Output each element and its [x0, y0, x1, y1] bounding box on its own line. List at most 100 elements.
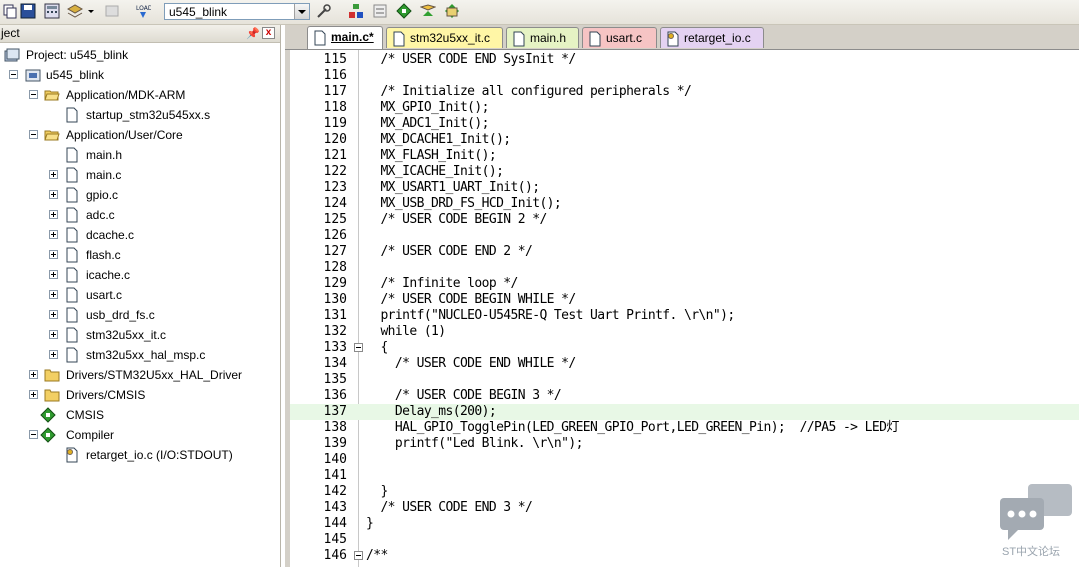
line-number: 118: [323, 100, 347, 115]
tree-item-file[interactable]: stm32u5xx_hal_msp.c: [0, 346, 280, 364]
window-icon[interactable]: [372, 3, 388, 19]
expand-icon[interactable]: [29, 370, 38, 379]
fold-toggle-icon[interactable]: [354, 343, 363, 352]
run-icon[interactable]: [444, 3, 460, 19]
tree-item-file[interactable]: retarget_io.c (I/O:STDOUT): [0, 446, 280, 464]
code-line: 121 MX_FLASH_Init();: [290, 148, 1079, 164]
expand-icon[interactable]: [49, 310, 58, 319]
tree-item-label: flash.c: [86, 248, 121, 262]
code-text: /* USER CODE END 2 */: [366, 244, 533, 259]
line-number: 143: [323, 500, 347, 515]
tree-item-file[interactable]: gpio.c: [0, 186, 280, 204]
line-number: 129: [323, 276, 347, 291]
save-all-icon[interactable]: [20, 3, 36, 19]
tab-main-c[interactable]: main.c*: [307, 26, 383, 49]
stack-icon[interactable]: [67, 3, 83, 19]
manage-components-icon[interactable]: [348, 3, 364, 19]
tree-item-group[interactable]: Drivers/CMSIS: [0, 386, 280, 404]
target-options-icon[interactable]: [316, 3, 332, 19]
target-select[interactable]: u545_blink: [164, 3, 310, 20]
tree-item-group[interactable]: Application/MDK-ARM: [0, 86, 280, 104]
collapse-icon[interactable]: [9, 70, 18, 79]
chevron-down-icon[interactable]: [294, 4, 309, 19]
tree-item-file[interactable]: usart.c: [0, 286, 280, 304]
tab-label: stm32u5xx_it.c: [410, 31, 491, 45]
tree-item-file[interactable]: adc.c: [0, 206, 280, 224]
pack-installer-icon[interactable]: [396, 3, 412, 19]
tab-label: usart.c: [606, 31, 643, 45]
code-line: 138 HAL_GPIO_TogglePin(LED_GREEN_GPIO_Po…: [290, 420, 1079, 436]
fold-toggle-icon[interactable]: [354, 551, 363, 560]
svg-text:LOAD: LOAD: [136, 5, 151, 12]
code-line: 132 while (1): [290, 324, 1079, 340]
expand-icon[interactable]: [49, 350, 58, 359]
tree-item-file[interactable]: icache.c: [0, 266, 280, 284]
line-number: 122: [323, 164, 347, 179]
collapse-icon[interactable]: [29, 130, 38, 139]
tree-item-label: retarget_io.c (I/O:STDOUT): [86, 448, 233, 462]
tree-item-group[interactable]: Application/User/Core: [0, 126, 280, 144]
tab-stm32u5xx-it-c[interactable]: stm32u5xx_it.c: [386, 27, 503, 48]
folder-open-icon: [44, 90, 60, 101]
code-text: MX_USB_DRD_FS_HCD_Init();: [366, 196, 562, 211]
file-icon: [66, 307, 78, 323]
code-text: /* USER CODE BEGIN 3 */: [366, 388, 562, 403]
line-number: 140: [323, 452, 347, 467]
tree-item-file[interactable]: stm32u5xx_it.c: [0, 326, 280, 344]
code-line: 145: [290, 532, 1079, 548]
tab-main-h[interactable]: main.h: [506, 27, 579, 48]
expand-icon[interactable]: [49, 230, 58, 239]
code-text: MX_FLASH_Init();: [366, 148, 497, 163]
code-line: 141: [290, 468, 1079, 484]
select-pack-icon[interactable]: [420, 3, 436, 19]
line-number: 115: [323, 52, 347, 67]
editor: main.c* stm32u5xx_it.c main.h usart.c re…: [285, 25, 1079, 567]
tree-item-file[interactable]: startup_stm32u545xx.s: [0, 106, 280, 124]
tree-item-label: stm32u5xx_it.c: [86, 328, 167, 342]
tree-item-target[interactable]: u545_blink: [0, 66, 280, 84]
expand-icon[interactable]: [49, 210, 58, 219]
tree-item-file[interactable]: dcache.c: [0, 226, 280, 244]
tree-item-component[interactable]: CMSIS: [0, 406, 280, 424]
pin-icon[interactable]: 📌: [246, 27, 260, 40]
folder-open-icon: [44, 130, 60, 141]
tab-retarget-io-c[interactable]: retarget_io.c: [660, 27, 764, 48]
line-number: 134: [323, 356, 347, 371]
tree-item-file[interactable]: flash.c: [0, 246, 280, 264]
code-area[interactable]: 115 /* USER CODE END SysInit */ 116 117 …: [290, 50, 1079, 567]
line-number: 136: [323, 388, 347, 403]
tab-usart-c[interactable]: usart.c: [582, 27, 657, 48]
code-line: 143 /* USER CODE END 3 */: [290, 500, 1079, 516]
expand-icon[interactable]: [49, 270, 58, 279]
close-icon[interactable]: x: [262, 27, 275, 39]
load-icon[interactable]: LOAD: [135, 3, 151, 19]
expand-icon[interactable]: [49, 250, 58, 259]
line-number: 121: [323, 148, 347, 163]
collapse-icon[interactable]: [29, 430, 38, 439]
expand-icon[interactable]: [49, 330, 58, 339]
tree-item-file[interactable]: usb_drd_fs.c: [0, 306, 280, 324]
code-line: 144}: [290, 516, 1079, 532]
expand-icon[interactable]: [49, 290, 58, 299]
collapse-icon[interactable]: [29, 90, 38, 99]
target-icon: [25, 69, 41, 82]
tree-item-group[interactable]: Drivers/STM32U5xx_HAL_Driver: [0, 366, 280, 384]
code-line: 119 MX_ADC1_Init();: [290, 116, 1079, 132]
component-diamond-icon: [40, 427, 56, 443]
code-text: /* Infinite loop */: [366, 276, 518, 291]
code-text: /* USER CODE END WHILE */: [366, 356, 576, 371]
expand-icon[interactable]: [49, 170, 58, 179]
copy-icon[interactable]: [2, 3, 18, 19]
code-line: 129 /* Infinite loop */: [290, 276, 1079, 292]
tree-item-file[interactable]: main.c: [0, 166, 280, 184]
line-number: 123: [323, 180, 347, 195]
calc-icon[interactable]: [44, 3, 60, 19]
tree-item-project[interactable]: Project: u545_blink: [0, 46, 280, 64]
line-number: 116: [323, 68, 347, 83]
expand-icon[interactable]: [49, 190, 58, 199]
dropdown-arrow-icon[interactable]: [86, 3, 96, 19]
tree-item-file[interactable]: main.h: [0, 146, 280, 164]
line-number: 130: [323, 292, 347, 307]
tree-item-component[interactable]: Compiler: [0, 426, 280, 444]
expand-icon[interactable]: [29, 390, 38, 399]
